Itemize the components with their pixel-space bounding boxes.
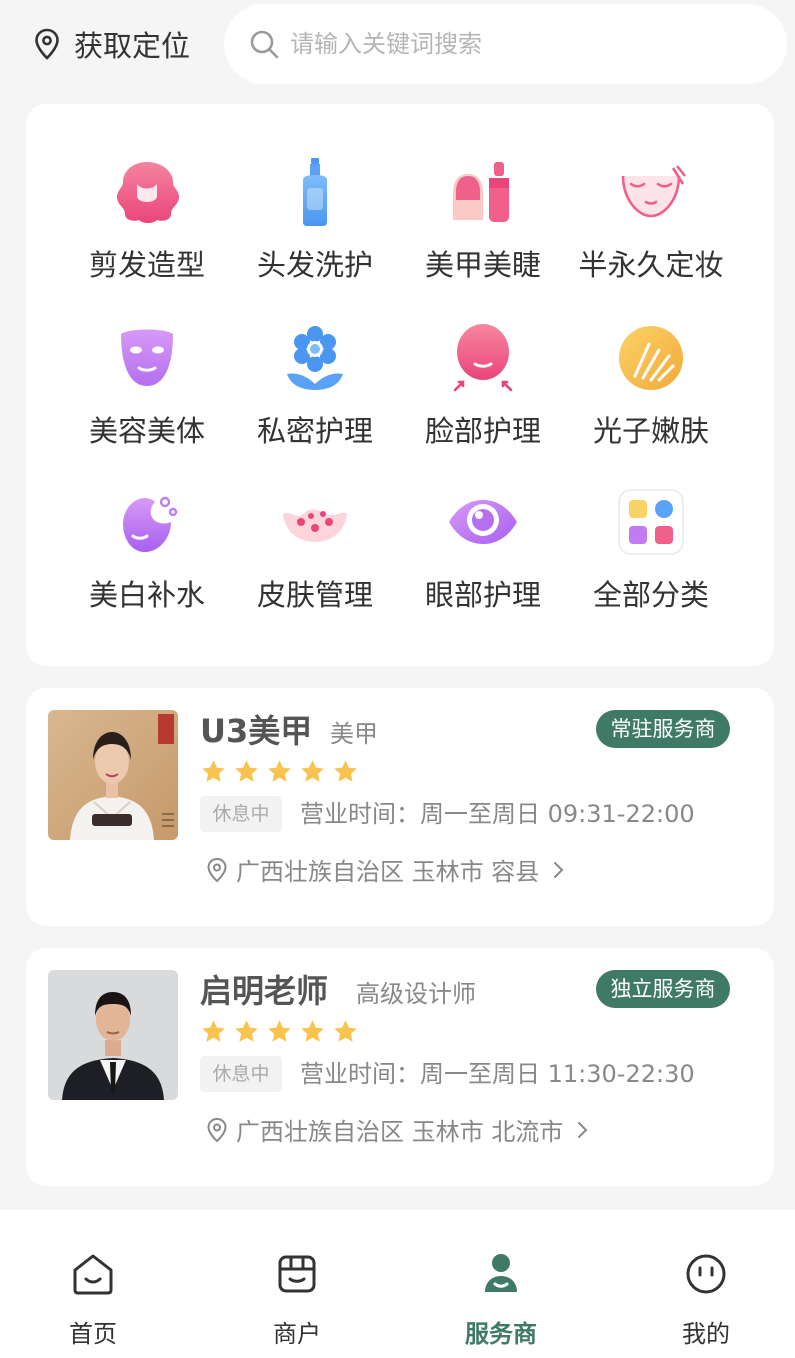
- star-icon: [235, 1020, 258, 1042]
- chevron-right-icon: [554, 861, 564, 878]
- provider-role: 高级设计师: [356, 980, 476, 1008]
- provider-type-badge: 常驻服务商: [596, 710, 730, 748]
- status-badge: 休息中: [200, 796, 282, 832]
- eye-icon: [445, 484, 521, 560]
- category-label: 美甲美睫: [424, 248, 541, 282]
- provider-name: U3美甲: [200, 712, 313, 750]
- category-label: 头发洗护: [256, 248, 373, 282]
- face-mask-icon: [109, 320, 185, 396]
- shampoo-bottle-icon: [277, 154, 353, 230]
- status-badge: 休息中: [200, 1056, 282, 1092]
- category-label: 半永久定妆: [578, 248, 724, 282]
- tab-label: 我的: [682, 1320, 730, 1348]
- store-icon: [278, 1255, 316, 1293]
- whitening-face-icon: [109, 484, 185, 560]
- home-icon: [73, 1254, 113, 1295]
- category-photon[interactable]: 光子嫩肤: [566, 320, 736, 470]
- category-label: 脸部护理: [424, 414, 541, 448]
- flower-icon: [277, 320, 353, 396]
- star-icon: [301, 760, 324, 782]
- search-bar[interactable]: [224, 4, 787, 84]
- category-all[interactable]: 全部分类: [566, 484, 736, 634]
- provider-address-link[interactable]: 广西壮族自治区 玉林市 北流市: [204, 1112, 593, 1147]
- tab-label: 首页: [69, 1320, 117, 1348]
- get-location-button[interactable]: 获取定位: [30, 22, 190, 66]
- provider-type-badge: 独立服务商: [596, 970, 730, 1008]
- category-label: 美白补水: [88, 578, 205, 612]
- category-label: 全部分类: [592, 578, 709, 612]
- rating-stars: [200, 758, 359, 785]
- provider-photo: [48, 970, 178, 1100]
- location-label: 获取定位: [74, 29, 191, 63]
- star-icon: [235, 760, 258, 782]
- category-private-care[interactable]: 私密护理: [230, 320, 400, 470]
- category-label: 美容美体: [88, 414, 205, 448]
- category-label: 剪发造型: [88, 248, 205, 282]
- category-whitening[interactable]: 美白补水: [62, 484, 232, 634]
- category-label: 眼部护理: [424, 578, 541, 612]
- photon-icon: [613, 320, 689, 396]
- tab-label: 商户: [273, 1320, 321, 1348]
- category-nails-lashes[interactable]: 美甲美睫: [398, 154, 568, 304]
- star-icon: [268, 1020, 291, 1042]
- top-bar: 获取定位: [0, 0, 795, 90]
- location-pin-icon: [207, 857, 227, 882]
- category-skin-management[interactable]: 皮肤管理: [230, 484, 400, 634]
- nail-polish-icon: [445, 154, 521, 230]
- provider-card[interactable]: 启明老师 高级设计师 独立服务商 休息中 营业时间：周一至周日 11:30-22…: [26, 948, 774, 1186]
- star-icon: [268, 760, 291, 782]
- category-beauty-body[interactable]: 美容美体: [62, 320, 232, 470]
- category-eye-care[interactable]: 眼部护理: [398, 484, 568, 634]
- category-hair-wash[interactable]: 头发洗护: [230, 154, 400, 304]
- provider-address-link[interactable]: 广西壮族自治区 玉林市 容县: [204, 852, 569, 887]
- face-makeup-icon: [613, 154, 689, 230]
- tab-providers[interactable]: 服务商: [441, 1250, 561, 1349]
- tab-merchants[interactable]: 商户: [237, 1250, 357, 1349]
- star-icon: [334, 1020, 357, 1042]
- category-label: 私密护理: [256, 414, 373, 448]
- category-grid: 剪发造型 头发洗护 美甲美睫 半永久定妆 美容美体 私密护理 脸部护理 光子嫩肤…: [26, 104, 774, 666]
- business-hours: 营业时间：周一至周日 11:30-22:30: [300, 1060, 695, 1088]
- tab-label: 服务商: [465, 1320, 537, 1348]
- category-face-care[interactable]: 脸部护理: [398, 320, 568, 470]
- business-hours: 营业时间：周一至周日 09:31-22:00: [300, 800, 695, 828]
- star-icon: [202, 760, 225, 782]
- search-icon: [248, 28, 280, 60]
- provider-card[interactable]: U3美甲 美甲 常驻服务商 休息中 营业时间：周一至周日 09:31-22:00…: [26, 688, 774, 926]
- all-categories-icon: [613, 484, 689, 560]
- tab-profile[interactable]: 我的: [646, 1250, 766, 1349]
- profile-face-icon: [686, 1254, 726, 1294]
- star-icon: [202, 1020, 225, 1042]
- star-icon: [301, 1020, 324, 1042]
- face-lift-icon: [445, 320, 521, 396]
- location-pin-icon: [207, 1117, 227, 1142]
- category-label: 皮肤管理: [256, 578, 373, 612]
- address-text: 广西壮族自治区 玉林市 容县: [236, 858, 540, 886]
- chevron-right-icon: [578, 1121, 588, 1138]
- category-label: 光子嫩肤: [592, 414, 709, 448]
- skin-care-icon: [277, 484, 353, 560]
- hair-cut-icon: [109, 154, 185, 230]
- tab-home[interactable]: 首页: [33, 1250, 153, 1349]
- address-text: 广西壮族自治区 玉林市 北流市: [236, 1118, 564, 1146]
- category-semi-permanent[interactable]: 半永久定妆: [566, 154, 736, 304]
- category-hair-cut[interactable]: 剪发造型: [62, 154, 232, 304]
- search-input[interactable]: [290, 30, 730, 58]
- rating-stars: [200, 1018, 359, 1045]
- provider-role: 美甲: [330, 720, 378, 748]
- provider-photo: [48, 710, 178, 840]
- star-icon: [334, 760, 357, 782]
- bottom-tab-bar: 首页 商户 服务商 我的: [0, 1210, 795, 1358]
- location-pin-icon: [30, 27, 64, 61]
- provider-name: 启明老师: [200, 972, 329, 1010]
- provider-icon: [485, 1254, 517, 1292]
